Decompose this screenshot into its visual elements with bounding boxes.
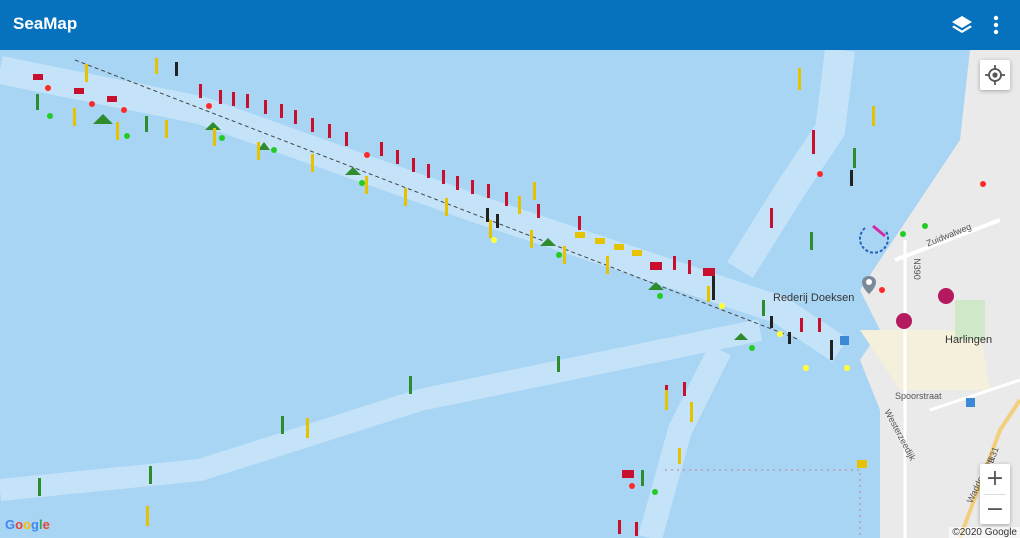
google-logo: Google xyxy=(5,517,50,532)
ferry-terminal-label[interactable]: Rederij Doeksen xyxy=(773,292,854,304)
road-label: N390 xyxy=(911,258,922,280)
zoom-out-button[interactable]: − xyxy=(980,495,1010,525)
app-bar: SeaMap xyxy=(0,0,1020,50)
zoom-controls: + − xyxy=(980,464,1010,524)
app-title: SeaMap xyxy=(13,14,78,33)
my-location-button[interactable] xyxy=(980,60,1010,90)
map-canvas xyxy=(0,50,1020,538)
zoom-in-button[interactable]: + xyxy=(980,464,1010,494)
my-location-icon xyxy=(985,65,1005,85)
more-vert-icon[interactable] xyxy=(985,13,1007,37)
town-label: Harlingen xyxy=(945,334,993,346)
map-copyright: ©2020 Google xyxy=(949,527,1020,538)
layers-icon[interactable] xyxy=(950,13,974,37)
sea-map[interactable]: Rederij Doeksen Harlingen Zuidwalweg Spo… xyxy=(0,50,1020,538)
street-label: Spoorstraat xyxy=(895,391,942,401)
